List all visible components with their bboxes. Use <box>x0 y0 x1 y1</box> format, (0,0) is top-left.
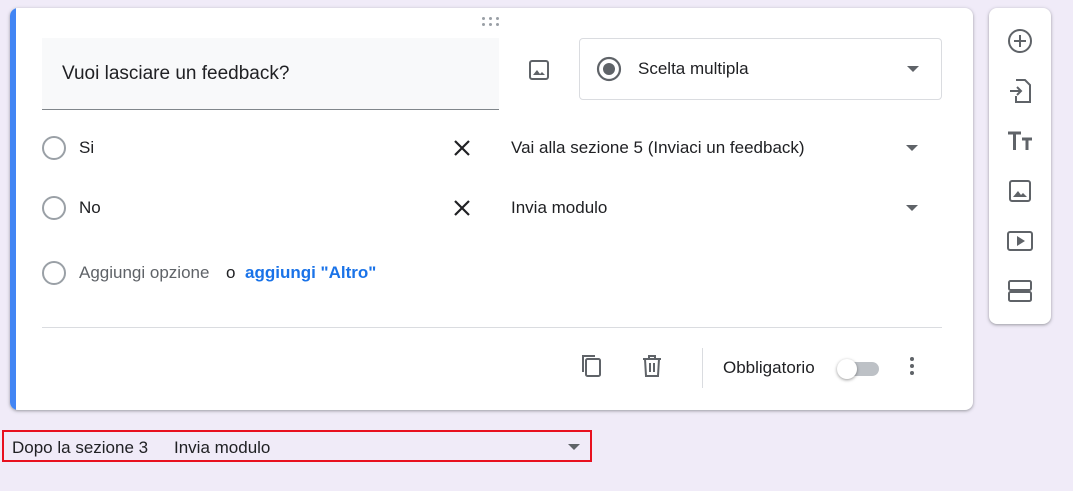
question-type-select[interactable]: Scelta multipla <box>579 38 942 100</box>
more-vert-icon[interactable] <box>900 354 924 378</box>
video-icon[interactable] <box>1005 226 1035 256</box>
goto-section-select[interactable]: Invia modulo <box>511 198 607 218</box>
after-section-navigation[interactable]: Dopo la sezione 3 Invia modulo <box>2 430 592 462</box>
after-section-value[interactable]: Invia modulo <box>174 438 270 458</box>
section-icon[interactable] <box>1005 276 1035 306</box>
question-title-input[interactable]: Vuoi lasciare un feedback? <box>42 38 499 110</box>
question-title-text: Vuoi lasciare un feedback? <box>62 62 290 84</box>
radio-checked-icon <box>596 56 622 82</box>
add-option-row: Aggiungi opzione o aggiungi "Altro" <box>40 253 640 293</box>
delete-icon[interactable] <box>638 352 666 380</box>
chevron-down-icon[interactable] <box>568 444 580 450</box>
image-icon[interactable] <box>523 54 555 86</box>
option-row: Si Vai alla sezione 5 (Inviaci un feedba… <box>40 128 940 168</box>
after-section-label: Dopo la sezione 3 <box>12 438 149 457</box>
add-option-input[interactable]: Aggiungi opzione <box>79 263 209 283</box>
radio-button <box>42 136 66 160</box>
copy-icon[interactable] <box>577 352 605 380</box>
option-label-input[interactable]: Si <box>79 138 94 158</box>
close-icon[interactable] <box>450 136 474 160</box>
import-icon[interactable] <box>1005 76 1035 106</box>
footer-separator <box>702 348 703 388</box>
title-icon[interactable] <box>1005 126 1035 156</box>
add-image-icon[interactable] <box>1005 176 1035 206</box>
option-row: No Invia modulo <box>40 188 940 228</box>
question-type-label: Scelta multipla <box>638 59 749 78</box>
chevron-down-icon[interactable] <box>906 145 918 151</box>
footer-divider <box>42 327 942 328</box>
chevron-down-icon[interactable] <box>906 205 918 211</box>
radio-button <box>42 196 66 220</box>
or-text: o <box>226 263 236 282</box>
required-label: Obbligatorio <box>723 358 815 377</box>
question-card[interactable]: Vuoi lasciare un feedback? Scelta multip… <box>10 8 973 410</box>
chevron-down-icon <box>907 66 919 72</box>
add-other-link[interactable]: aggiungi "Altro" <box>245 263 376 283</box>
floating-toolbar <box>989 8 1051 324</box>
close-icon[interactable] <box>450 196 474 220</box>
add-circle-icon[interactable] <box>1005 26 1035 56</box>
option-label-input[interactable]: No <box>79 198 101 218</box>
goto-section-select[interactable]: Vai alla sezione 5 (Inviaci un feedback) <box>511 138 805 158</box>
required-toggle[interactable] <box>837 359 881 379</box>
card-accent-bar <box>10 8 16 410</box>
drag-handle-icon[interactable] <box>482 17 502 29</box>
radio-button <box>42 261 66 285</box>
